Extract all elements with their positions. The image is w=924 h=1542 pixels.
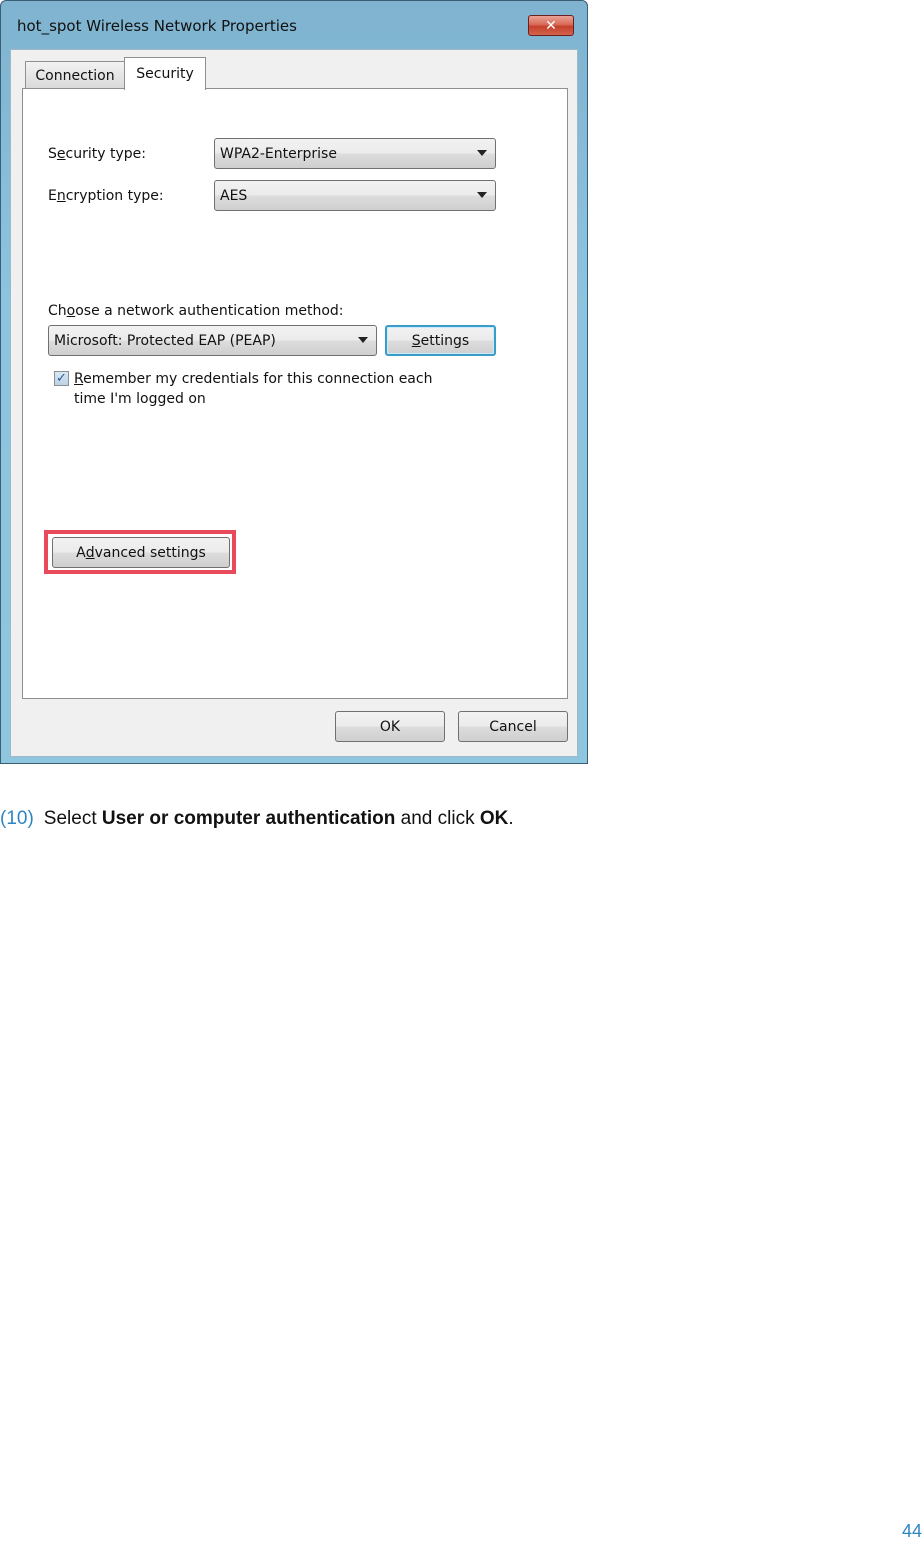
security-type-label: Security type:	[48, 146, 146, 162]
instruction-text: (10) Select User or computer authenticati…	[0, 808, 514, 829]
security-tab-panel: Security type: WPA2-Enterprise Encryptio…	[22, 88, 568, 699]
remember-credentials-label[interactable]: Remember my credentials for this connect…	[74, 369, 432, 409]
chevron-down-icon	[477, 150, 487, 156]
advanced-settings-highlight	[44, 530, 236, 574]
option-name: User or computer authentication	[101, 808, 396, 829]
ok-button[interactable]: OK	[335, 711, 445, 742]
checkmark-icon: ✓	[56, 371, 67, 386]
auth-method-value: Microsoft: Protected EAP (PEAP)	[54, 332, 276, 349]
security-type-select[interactable]: WPA2-Enterprise	[214, 138, 496, 169]
cancel-button[interactable]: Cancel	[458, 711, 568, 742]
security-type-value: WPA2-Enterprise	[220, 145, 337, 162]
step-number: (10)	[0, 808, 34, 829]
button-name: OK	[479, 808, 509, 829]
tab-security[interactable]: Security	[124, 57, 206, 90]
window-title: hot_spot Wireless Network Properties	[17, 17, 297, 35]
auth-method-label: Choose a network authentication method:	[48, 303, 344, 319]
title-bar[interactable]: hot_spot Wireless Network Properties ✕	[1, 1, 587, 53]
encryption-type-select[interactable]: AES	[214, 180, 496, 211]
chevron-down-icon	[358, 337, 368, 343]
dialog-client-area: Connection Security Security type: WPA2-…	[10, 49, 578, 757]
encryption-type-value: AES	[220, 187, 248, 204]
remember-credentials-checkbox[interactable]: ✓	[54, 371, 69, 386]
properties-dialog: hot_spot Wireless Network Properties ✕ C…	[0, 0, 588, 764]
encryption-type-label: Encryption type:	[48, 188, 164, 204]
chevron-down-icon	[477, 192, 487, 198]
settings-button[interactable]: Settings	[385, 325, 496, 356]
tab-connection[interactable]: Connection	[25, 61, 125, 89]
auth-method-select[interactable]: Microsoft: Protected EAP (PEAP)	[48, 325, 377, 356]
close-x-icon: ✕	[545, 17, 557, 34]
close-button[interactable]: ✕	[528, 15, 574, 36]
page-number: 44	[901, 1521, 922, 1541]
